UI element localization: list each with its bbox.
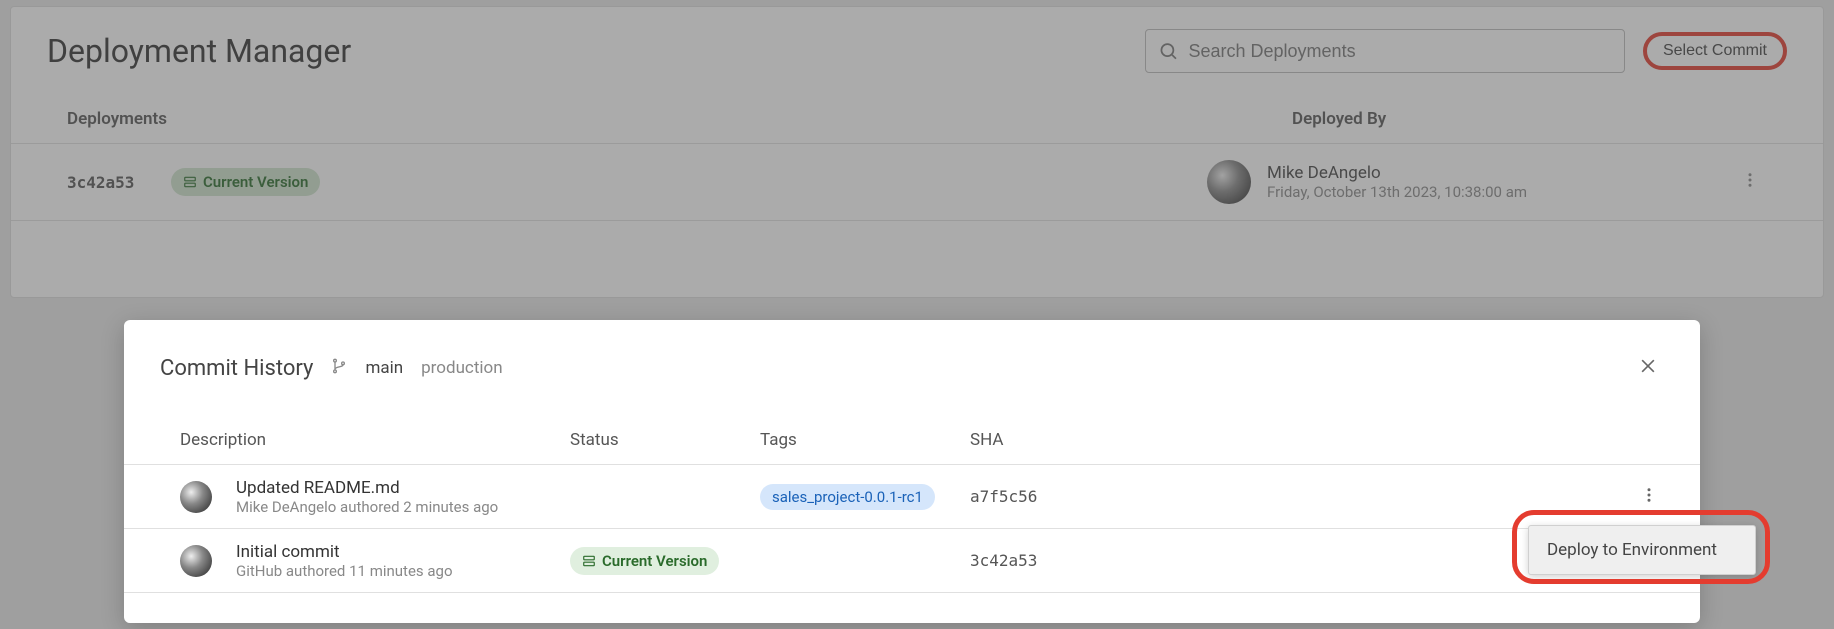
commit-row[interactable]: Updated README.md Mike DeAngelo authored… (124, 465, 1700, 529)
col-header-status: Status (570, 430, 760, 450)
deploy-to-environment-item[interactable]: Deploy to Environment (1528, 525, 1756, 575)
commit-history-modal: Commit History main production Descripti… (124, 320, 1700, 623)
avatar (180, 545, 212, 577)
badge-label: Current Version (602, 552, 707, 570)
close-button[interactable] (1632, 350, 1664, 386)
commit-description: Initial commit GitHub authored 11 minute… (236, 542, 570, 580)
col-header-tags: Tags (760, 430, 970, 450)
modal-header: Commit History main production (124, 350, 1700, 386)
git-branch-icon (331, 358, 347, 378)
commit-sha: 3c42a53 (970, 551, 1530, 570)
modal-title: Commit History (160, 356, 313, 381)
col-header-sha: SHA (970, 430, 1530, 450)
modal-table-head: Description Status Tags SHA (124, 386, 1700, 465)
commit-subtitle: Mike DeAngelo authored 2 minutes ago (236, 498, 570, 516)
current-version-badge: Current Version (570, 547, 719, 575)
commit-description: Updated README.md Mike DeAngelo authored… (236, 478, 570, 516)
col-header-description: Description (180, 430, 570, 450)
commit-subtitle: GitHub authored 11 minutes ago (236, 562, 570, 580)
server-icon (582, 554, 596, 568)
tag-pill[interactable]: sales_project-0.0.1-rc1 (760, 484, 935, 510)
commit-tags: sales_project-0.0.1-rc1 (760, 484, 970, 510)
avatar (180, 481, 212, 513)
commit-sha: a7f5c56 (970, 487, 1530, 506)
commit-title: Updated README.md (236, 478, 570, 498)
commit-status: Current Version (570, 547, 760, 575)
commit-row[interactable]: Initial commit GitHub authored 11 minute… (124, 529, 1700, 593)
close-icon (1638, 356, 1658, 376)
more-vert-icon (1640, 486, 1658, 504)
commit-title: Initial commit (236, 542, 570, 562)
branch-env-label[interactable]: production (421, 358, 502, 378)
branch-main-label[interactable]: main (365, 358, 403, 378)
commit-menu-button[interactable] (1634, 480, 1664, 514)
